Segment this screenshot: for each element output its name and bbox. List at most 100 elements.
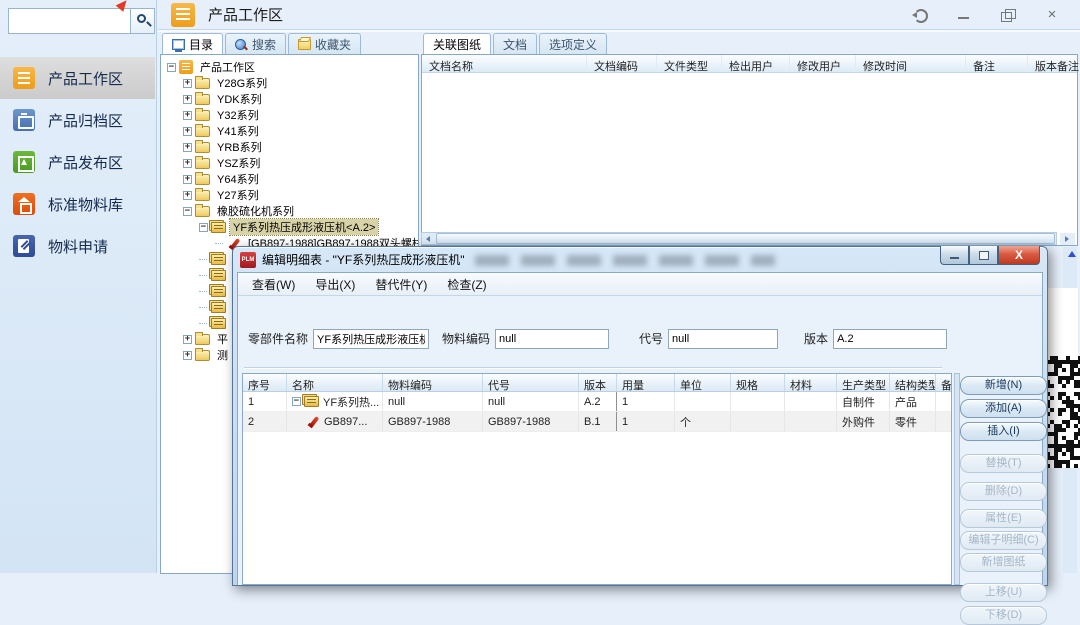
- close-button[interactable]: ×: [1044, 8, 1060, 22]
- dialog-titlebar[interactable]: PLM 编辑明细表 - "YF系列热压成形液压机" X: [233, 247, 1047, 272]
- tree-tabs: 目录搜索收藏夹: [160, 33, 419, 54]
- scrollbar-thumb[interactable]: [436, 233, 1055, 244]
- dialog-button-4: 替换(T): [960, 454, 1047, 473]
- collapse-icon[interactable]: −: [199, 223, 208, 232]
- folder-icon: [195, 78, 210, 89]
- menu-item-2[interactable]: 导出(X): [305, 273, 365, 296]
- table-vertical-scrollbar[interactable]: [954, 373, 960, 585]
- expand-icon[interactable]: +: [183, 143, 192, 152]
- tree-item-label: YDK系列: [214, 91, 265, 107]
- expand-icon[interactable]: +: [183, 175, 192, 184]
- assembly-icon: [304, 396, 319, 407]
- bom-column-header: 备注: [936, 374, 952, 391]
- field-input-2[interactable]: [495, 329, 609, 349]
- menu-item-1[interactable]: 查看(W): [242, 273, 305, 296]
- tree-item[interactable]: +Y27系列: [163, 187, 418, 203]
- scroll-left-icon[interactable]: [422, 233, 435, 244]
- detail-panel: 关联图纸文档选项定义 文档名称文档编码文件类型检出用户修改用户修改时间备注版本备…: [421, 33, 1078, 233]
- dialog-button-7: 编辑子明细(C): [960, 531, 1047, 550]
- field-input-4[interactable]: [833, 329, 947, 349]
- tree-item[interactable]: + YDK系列: [163, 91, 418, 107]
- sidebar-item-1[interactable]: 产品工作区: [0, 57, 155, 99]
- tree-connector: [199, 307, 207, 308]
- monitor-icon: [172, 39, 185, 50]
- tree-item[interactable]: +Y28G系列: [163, 75, 418, 91]
- collapse-icon[interactable]: −: [183, 207, 192, 216]
- refresh-icon[interactable]: [912, 8, 928, 22]
- horizontal-scrollbar[interactable]: [421, 232, 1057, 245]
- detail-tab-2[interactable]: 文档: [493, 33, 537, 54]
- field-label: 物料编码: [442, 330, 490, 347]
- collapse-icon[interactable]: −: [167, 63, 176, 72]
- tree-item[interactable]: +YRB系列: [163, 139, 418, 155]
- scroll-up-icon[interactable]: [1068, 251, 1076, 257]
- dialog-button-3[interactable]: 插入(I): [960, 422, 1047, 441]
- expand-icon[interactable]: +: [183, 127, 192, 136]
- publish-icon: [13, 151, 35, 173]
- sidebar-item-2[interactable]: 产品归档区: [0, 99, 155, 141]
- collapse-icon[interactable]: −: [292, 397, 301, 406]
- table-cell: [785, 412, 837, 431]
- dialog-close-button[interactable]: X: [998, 246, 1040, 265]
- sidebar-item-5[interactable]: 物料申请: [0, 225, 155, 267]
- sidebar-item-3[interactable]: 产品发布区: [0, 141, 155, 183]
- tree-item[interactable]: +Y64系列: [163, 171, 418, 187]
- dialog-maximize-button[interactable]: [969, 246, 998, 265]
- table-cell: [936, 392, 952, 411]
- tab-label: 目录: [189, 36, 213, 53]
- bom-column-header: 名称: [287, 374, 383, 391]
- edit-bom-dialog: PLM 编辑明细表 - "YF系列热压成形液压机" X 查看(W)导出(X)替代…: [232, 246, 1048, 586]
- table-cell: [936, 412, 952, 431]
- dialog-button-1[interactable]: 新增(N): [960, 376, 1047, 395]
- expand-icon[interactable]: +: [183, 335, 192, 344]
- tree-item[interactable]: −YF系列热压成形液压机<A.2>: [163, 219, 418, 235]
- menu-item-4[interactable]: 检查(Z): [437, 273, 496, 296]
- dialog-client-area: 查看(W)导出(X)替代件(Y)检查(Z) 零部件名称物料编码代号版本 序号名称…: [237, 272, 1043, 585]
- dialog-title: 编辑明细表 - "YF系列热压成形液压机": [262, 251, 465, 268]
- tree-item-label: Y41系列: [214, 123, 262, 139]
- favbox-icon: [298, 39, 311, 50]
- expand-icon[interactable]: +: [183, 79, 192, 88]
- tree-item[interactable]: −产品工作区: [163, 59, 418, 75]
- expand-icon[interactable]: +: [183, 95, 192, 104]
- assembly-icon: [211, 302, 226, 313]
- search-button[interactable]: [130, 8, 155, 34]
- folder-icon: [195, 206, 210, 217]
- tree-item[interactable]: +YSZ系列: [163, 155, 418, 171]
- expand-icon[interactable]: +: [183, 351, 192, 360]
- table-cell: 1: [243, 392, 287, 411]
- tree-item[interactable]: + Y41系列: [163, 123, 418, 139]
- search-input[interactable]: [8, 8, 130, 34]
- sidebar-item-4[interactable]: 标准物料库: [0, 183, 155, 225]
- field-input-3[interactable]: [668, 329, 778, 349]
- expand-icon[interactable]: +: [183, 191, 192, 200]
- detail-column-header: 文档名称文档编码文件类型检出用户修改用户修改时间备注版本备注: [422, 55, 1077, 73]
- minimize-button[interactable]: [956, 8, 972, 22]
- bom-column-header: 单位: [675, 374, 731, 391]
- tree-tab-1[interactable]: 目录: [162, 33, 223, 54]
- detail-tab-1[interactable]: 关联图纸: [423, 33, 491, 54]
- tree-tab-3[interactable]: 收藏夹: [288, 33, 361, 54]
- column-header: 文档名称: [422, 55, 587, 72]
- table-row[interactable]: 1−YF系列热...nullnullA.21自制件产品: [243, 392, 951, 412]
- restore-button[interactable]: [1000, 8, 1016, 22]
- bom-table-body: 1−YF系列热...nullnullA.21自制件产品2GB897...GB89…: [243, 392, 951, 432]
- tree-tab-2[interactable]: 搜索: [225, 33, 286, 54]
- field-label: 版本: [804, 330, 828, 347]
- folder-icon: [195, 174, 210, 185]
- expand-icon[interactable]: +: [183, 159, 192, 168]
- table-cell: B.1: [579, 412, 617, 431]
- menu-item-3[interactable]: 替代件(Y): [365, 273, 437, 296]
- tree-item[interactable]: +Y32系列: [163, 107, 418, 123]
- scroll-right-icon[interactable]: [1060, 233, 1075, 245]
- tree-item[interactable]: −橡胶硫化机系列: [163, 203, 418, 219]
- tab-label: 选项定义: [549, 36, 597, 53]
- bom-column-header: 序号: [243, 374, 287, 391]
- field-input-1[interactable]: [313, 329, 429, 349]
- dialog-minimize-button[interactable]: [940, 246, 969, 265]
- table-row[interactable]: 2GB897...GB897-1988GB897-1988B.11个外购件零件: [243, 412, 951, 432]
- dialog-button-2[interactable]: 添加(A): [960, 399, 1047, 418]
- detail-tab-3[interactable]: 选项定义: [539, 33, 607, 54]
- expand-icon[interactable]: +: [183, 111, 192, 120]
- table-cell: 自制件: [837, 392, 890, 411]
